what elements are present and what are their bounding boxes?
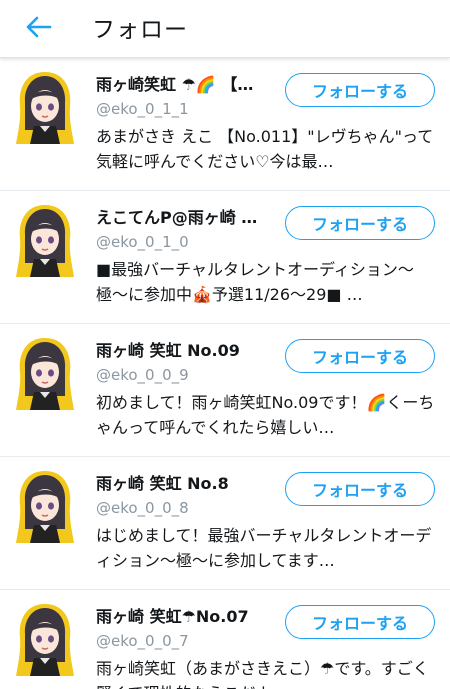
user-bio: あまがさき えこ 【No.011】"レヴちゃん"って気軽に呼んでください♡今は最… — [96, 127, 434, 171]
user-bio: 雨ヶ崎笑虹（あまがさきえこ）☂です。すごく賢くて理性的なえこだよ — [96, 659, 429, 689]
user-display-name: 雨ヶ崎 笑虹 No.09 — [96, 341, 240, 360]
user-row[interactable]: えこてんP@雨ヶ崎 … @eko_0_1_0 フォローする ■最強バーチャルタレ… — [0, 191, 450, 324]
user-bio: はじめまして！最強バーチャルタレントオーディション〜極〜に参加してます… — [96, 526, 432, 570]
back-arrow-icon — [26, 16, 52, 38]
page-title: フォロー — [92, 17, 188, 43]
user-row[interactable]: 雨ヶ崎 笑虹☂No.07 @eko_0_0_7 フォローする 雨ヶ崎笑虹（あまが… — [0, 590, 450, 689]
top-app-bar: フォロー — [0, 0, 450, 58]
user-display-name: 雨ヶ崎 笑虹☂No.07 — [96, 607, 249, 626]
avatar[interactable] — [14, 336, 76, 412]
follow-button[interactable]: フォローする — [285, 605, 435, 639]
user-display-name: えこてんP@雨ヶ崎 … — [96, 208, 258, 227]
avatar[interactable] — [14, 469, 76, 545]
follow-button[interactable]: フォローする — [285, 73, 435, 107]
follow-button[interactable]: フォローする — [285, 206, 435, 240]
user-handle: @eko_0_1_0 — [96, 233, 189, 251]
user-bio: 初めまして！雨ヶ崎笑虹No.09です！🌈くーちゃんって呼んでくれたら嬉しい… — [96, 393, 435, 437]
user-handle: @eko_0_0_9 — [96, 366, 189, 384]
user-handle: @eko_0_0_7 — [96, 632, 189, 650]
avatar[interactable] — [14, 203, 76, 279]
user-display-name: 雨ヶ崎 笑虹 No.8 — [96, 474, 229, 493]
user-handle: @eko_0_0_8 — [96, 499, 189, 517]
follow-button[interactable]: フォローする — [285, 472, 435, 506]
avatar[interactable] — [14, 602, 76, 678]
user-row[interactable]: 雨ヶ崎 笑虹 No.8 @eko_0_0_8 フォローする はじめまして！最強バ… — [0, 457, 450, 590]
user-bio: ■最強バーチャルタレントオーディション〜極〜に参加中🎪予選11/26〜29■ … — [96, 260, 414, 304]
user-handle: @eko_0_1_1 — [96, 100, 189, 118]
following-list: 雨ヶ崎笑虹 ☂🌈 【… @eko_0_1_1 フォローする あまがさき えこ 【… — [0, 58, 450, 689]
avatar[interactable] — [14, 70, 76, 146]
follow-button[interactable]: フォローする — [285, 339, 435, 373]
user-row[interactable]: 雨ヶ崎笑虹 ☂🌈 【… @eko_0_1_1 フォローする あまがさき えこ 【… — [0, 58, 450, 191]
user-display-name: 雨ヶ崎笑虹 ☂🌈 【… — [96, 75, 254, 94]
back-button[interactable] — [20, 12, 56, 42]
user-row[interactable]: 雨ヶ崎 笑虹 No.09 @eko_0_0_9 フォローする 初めまして！雨ヶ崎… — [0, 324, 450, 457]
